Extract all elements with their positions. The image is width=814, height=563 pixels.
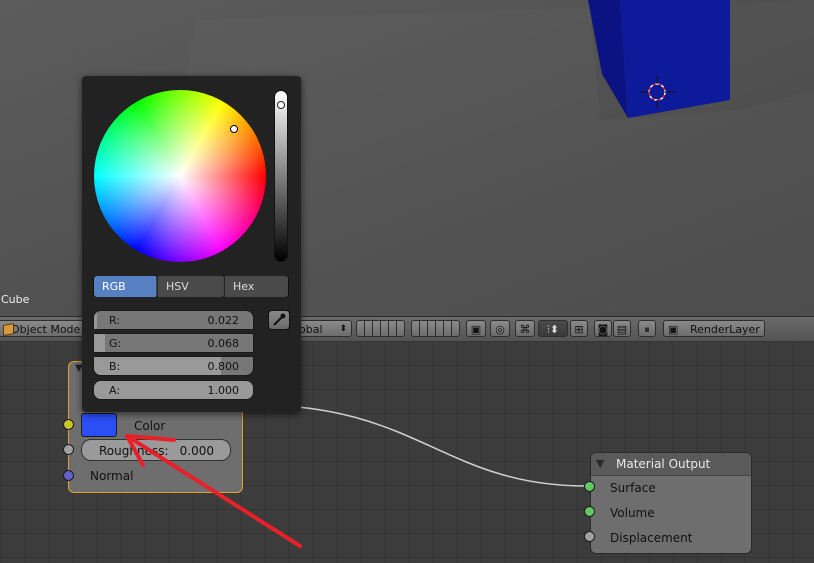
- 3d-cursor-icon[interactable]: [640, 76, 676, 108]
- render-camera-icon[interactable]: ◙: [594, 320, 612, 337]
- layer-buttons-group-1[interactable]: [356, 320, 405, 337]
- alpha-label: A:: [109, 384, 121, 397]
- green-slider-fill: [94, 334, 105, 352]
- value-slider[interactable]: [274, 90, 288, 262]
- red-value: 0.022: [207, 314, 240, 327]
- tab-hex[interactable]: Hex: [224, 276, 288, 297]
- layer-buttons-group-2[interactable]: [411, 320, 460, 337]
- mode-selector[interactable]: Object Mode: [0, 320, 86, 337]
- blue-value: 0.800: [207, 360, 240, 373]
- red-label: R:: [109, 314, 121, 327]
- pause-icon[interactable]: ⏸: [638, 320, 656, 337]
- snap-target-icon[interactable]: ⊞: [570, 320, 588, 337]
- mode-label: Object Mode: [11, 323, 81, 336]
- color-picker-popup[interactable]: RGB HSV Hex R: 0.022 G: 0.068 B: 0.800 A…: [82, 76, 301, 412]
- red-slider-fill: [94, 311, 98, 329]
- render-layer-icon: ▣: [668, 323, 679, 336]
- eyedropper-icon: [273, 313, 286, 326]
- green-label: G:: [109, 337, 122, 350]
- green-slider[interactable]: G: 0.068: [93, 333, 254, 353]
- color-wheel-cursor[interactable]: [230, 125, 238, 133]
- render-animation-icon[interactable]: ▤: [613, 320, 631, 337]
- blue-label: B:: [109, 360, 121, 373]
- proportional-edit-icon[interactable]: ◎: [490, 320, 510, 337]
- object-name-label: Cube: [1, 293, 30, 306]
- alpha-slider[interactable]: A: 1.000: [93, 380, 254, 400]
- cube-mode-icon: [3, 323, 14, 336]
- eyedropper-button[interactable]: [268, 310, 290, 330]
- blue-slider[interactable]: B: 0.800: [93, 356, 254, 376]
- up-down-arrows-icon: ⬍: [339, 324, 347, 334]
- render-layer-selector[interactable]: ▣ RenderLayer: [663, 320, 765, 337]
- tab-rgb[interactable]: RGB: [94, 276, 156, 297]
- snap-toggle-icon[interactable]: ⌘: [515, 320, 535, 337]
- lock-layers-icon[interactable]: ▣: [466, 320, 486, 337]
- value-slider-handle[interactable]: [277, 101, 285, 109]
- color-wheel[interactable]: [94, 90, 266, 262]
- alpha-value: 1.000: [207, 384, 240, 397]
- tab-hsv[interactable]: HSV: [157, 276, 223, 297]
- render-layer-label: RenderLayer: [690, 323, 760, 336]
- red-slider[interactable]: R: 0.022: [93, 310, 254, 330]
- green-value: 0.068: [207, 337, 240, 350]
- pivot-label: obal: [299, 323, 323, 336]
- snap-element-icon[interactable]: ⫶⬍: [538, 320, 568, 337]
